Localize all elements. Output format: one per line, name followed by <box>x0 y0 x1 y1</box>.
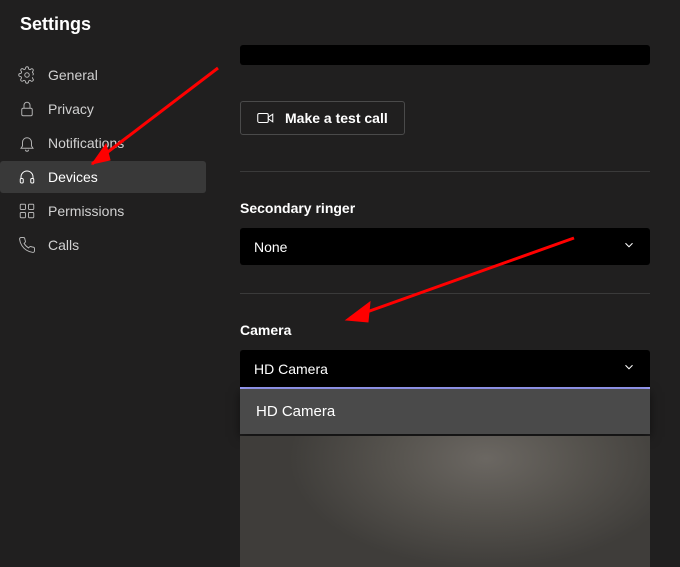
camera-value: HD Camera <box>254 361 328 377</box>
sidebar-item-permissions[interactable]: Permissions <box>0 195 206 227</box>
camera-select[interactable]: HD Camera <box>240 350 650 389</box>
camera-label: Camera <box>240 322 664 338</box>
divider <box>240 293 650 294</box>
sidebar-item-devices[interactable]: Devices <box>0 161 206 193</box>
sidebar-item-label: Notifications <box>48 135 124 151</box>
camera-dropdown: HD Camera <box>240 389 650 434</box>
divider <box>240 171 650 172</box>
bell-icon <box>18 134 36 152</box>
prior-select-cutoff[interactable] <box>240 45 650 65</box>
camera-preview <box>240 436 650 567</box>
sidebar-item-notifications[interactable]: Notifications <box>0 127 206 159</box>
make-test-call-button[interactable]: Make a test call <box>240 101 405 135</box>
headset-icon <box>18 168 36 186</box>
phone-icon <box>18 236 36 254</box>
settings-sidebar: General Privacy Notifications Devices Pe <box>0 45 210 567</box>
settings-header: Settings <box>0 0 680 45</box>
lock-icon <box>18 100 36 118</box>
sidebar-item-label: General <box>48 67 98 83</box>
secondary-ringer-value: None <box>254 239 287 255</box>
chevron-down-icon <box>622 238 636 255</box>
sidebar-item-calls[interactable]: Calls <box>0 229 206 261</box>
secondary-ringer-label: Secondary ringer <box>240 200 664 216</box>
sidebar-item-label: Privacy <box>48 101 94 117</box>
sidebar-item-label: Permissions <box>48 203 124 219</box>
chevron-down-icon <box>622 360 636 377</box>
make-test-call-label: Make a test call <box>285 110 388 126</box>
camera-option[interactable]: HD Camera <box>240 389 650 434</box>
sidebar-item-privacy[interactable]: Privacy <box>0 93 206 125</box>
settings-main: Make a test call Secondary ringer None C… <box>210 45 680 567</box>
secondary-ringer-select[interactable]: None <box>240 228 650 265</box>
gear-icon <box>18 66 36 84</box>
sidebar-item-label: Calls <box>48 237 79 253</box>
sidebar-item-label: Devices <box>48 169 98 185</box>
page-title: Settings <box>20 14 660 35</box>
apps-icon <box>18 202 36 220</box>
video-call-icon <box>257 111 275 125</box>
sidebar-item-general[interactable]: General <box>0 59 206 91</box>
